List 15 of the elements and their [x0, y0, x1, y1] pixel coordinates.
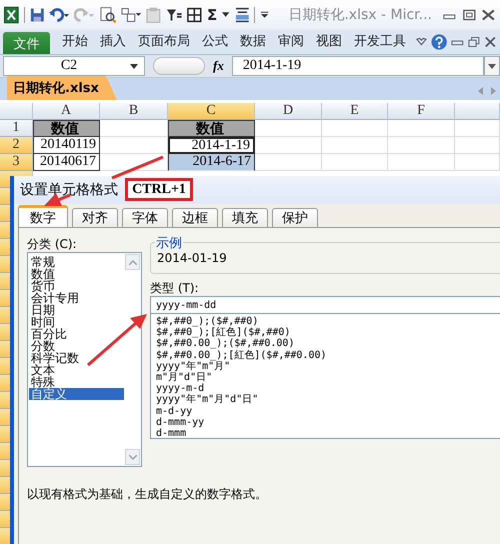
- table-cell: 20140617: [33, 154, 100, 171]
- dialog-title: 设置单元格格式: [20, 181, 118, 199]
- window-title: 日期转化.xlsx - Micr...: [288, 6, 432, 24]
- description-text: 以现有格式为基础，生成自定义的数字格式。: [27, 486, 268, 503]
- table-cell: 2014-1-19: [168, 137, 255, 154]
- sample-value: 2014-01-19: [157, 251, 227, 265]
- table-cell: 2014-6-17: [168, 154, 255, 171]
- category-label: 分类 (C):: [27, 236, 78, 249]
- type-label: 类型 (T):: [150, 280, 200, 293]
- shortcut-callout: CTRL+1: [125, 178, 193, 201]
- table-cell: 20140119: [33, 137, 100, 154]
- cell-reference: C2: [60, 58, 78, 74]
- sample-legend: 示例: [155, 234, 183, 252]
- table-cell: 数值: [33, 120, 100, 137]
- table-cell: 数值: [168, 120, 255, 137]
